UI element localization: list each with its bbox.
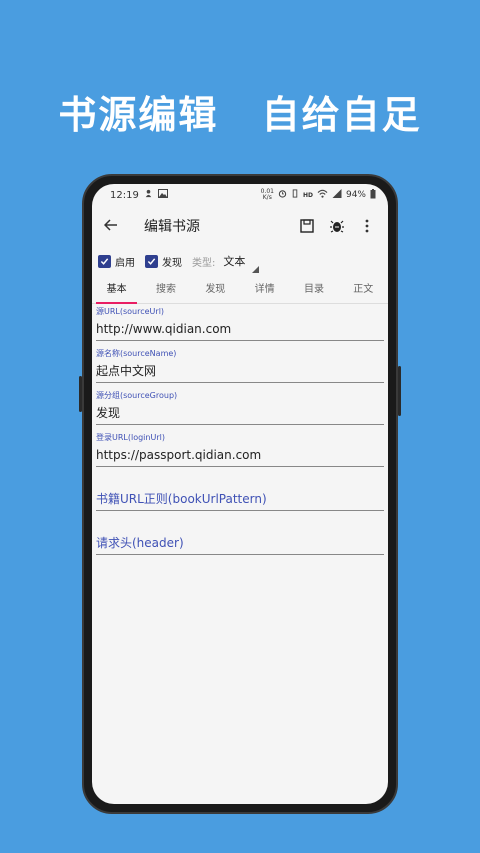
checkmark-icon: [145, 254, 158, 268]
alarm-icon: [278, 189, 287, 201]
source-name-field[interactable]: 源名称(sourceName) 起点中文网: [96, 346, 384, 383]
source-group-field[interactable]: 源分组(sourceGroup) 发现: [96, 388, 384, 425]
discover-label: 发现: [162, 257, 182, 269]
more-options-icon[interactable]: [352, 219, 382, 233]
promo-title-right: 自给自足: [261, 93, 422, 137]
bug-icon: [330, 220, 344, 233]
volume-button: [79, 376, 82, 412]
options-row: 启用 发现 类型: 文本: [92, 246, 388, 276]
tab-bar: 基本 搜索 发现 详情 目录 正文: [92, 276, 388, 304]
page-title: 编辑书源: [144, 219, 200, 235]
field-label: 源分组(sourceGroup): [96, 391, 178, 400]
screen: 12:19 0.01 K/s HD 94% 编辑书源 启用 发现 类型: 文本 …: [92, 184, 388, 804]
tab-detail[interactable]: 详情: [240, 276, 289, 303]
phone-frame: 12:19 0.01 K/s HD 94% 编辑书源 启用 发现 类型: 文本 …: [79, 174, 401, 814]
tab-content[interactable]: 正文: [339, 276, 388, 303]
wifi-icon: [317, 189, 328, 201]
type-label: 类型:: [192, 257, 216, 269]
source-url-field[interactable]: 源URL(sourceUrl) http://www.qidian.com: [96, 304, 384, 341]
field-value[interactable]: 发现: [96, 402, 384, 424]
field-value[interactable]: http://www.qidian.com: [96, 318, 384, 340]
field-label: 登录URL(loginUrl): [96, 433, 165, 442]
image-icon: [157, 189, 168, 201]
enable-checkbox[interactable]: 启用: [98, 254, 135, 269]
toolbar: 编辑书源: [92, 206, 388, 246]
tab-discover[interactable]: 发现: [191, 276, 240, 303]
form-fields: 源URL(sourceUrl) http://www.qidian.com 源名…: [92, 304, 388, 555]
promo-title-left: 书源编辑: [58, 93, 219, 137]
save-icon: [300, 219, 314, 233]
tab-search[interactable]: 搜索: [141, 276, 190, 303]
back-arrow-icon[interactable]: [103, 216, 130, 237]
promo-title: 书源编辑 自给自足: [0, 84, 480, 139]
notification-icon: [144, 189, 153, 201]
checkmark-icon: [98, 254, 111, 268]
field-value[interactable]: https://passport.qidian.com: [96, 444, 384, 466]
field-label: 源名称(sourceName): [96, 349, 177, 358]
enable-label: 启用: [115, 257, 135, 269]
type-select[interactable]: 文本: [223, 253, 260, 273]
field-hint: 书籍URL正则(bookUrlPattern): [96, 492, 267, 506]
book-url-pattern-field[interactable]: 书籍URL正则(bookUrlPattern): [96, 472, 384, 511]
power-button: [398, 366, 401, 416]
discover-checkbox[interactable]: 发现: [145, 254, 182, 269]
login-url-field[interactable]: 登录URL(loginUrl) https://passport.qidian.…: [96, 430, 384, 467]
field-hint: 请求头(header): [96, 536, 184, 550]
status-time: 12:19: [110, 189, 139, 201]
status-bar: 12:19 0.01 K/s HD 94%: [92, 184, 388, 206]
tab-basic[interactable]: 基本: [92, 276, 141, 304]
vibrate-icon: [291, 189, 299, 201]
save-button[interactable]: [292, 219, 322, 233]
field-value[interactable]: 起点中文网: [96, 360, 384, 382]
signal-icon: [332, 189, 342, 201]
battery-icon: [370, 188, 376, 202]
battery-percent: 94%: [345, 190, 366, 200]
tab-toc[interactable]: 目录: [289, 276, 338, 303]
field-label: 源URL(sourceUrl): [96, 307, 165, 316]
hd-icon: HD: [302, 191, 313, 199]
net-speed: 0.01 K/s: [260, 188, 274, 201]
header-field[interactable]: 请求头(header): [96, 516, 384, 555]
debug-button[interactable]: [322, 219, 352, 233]
